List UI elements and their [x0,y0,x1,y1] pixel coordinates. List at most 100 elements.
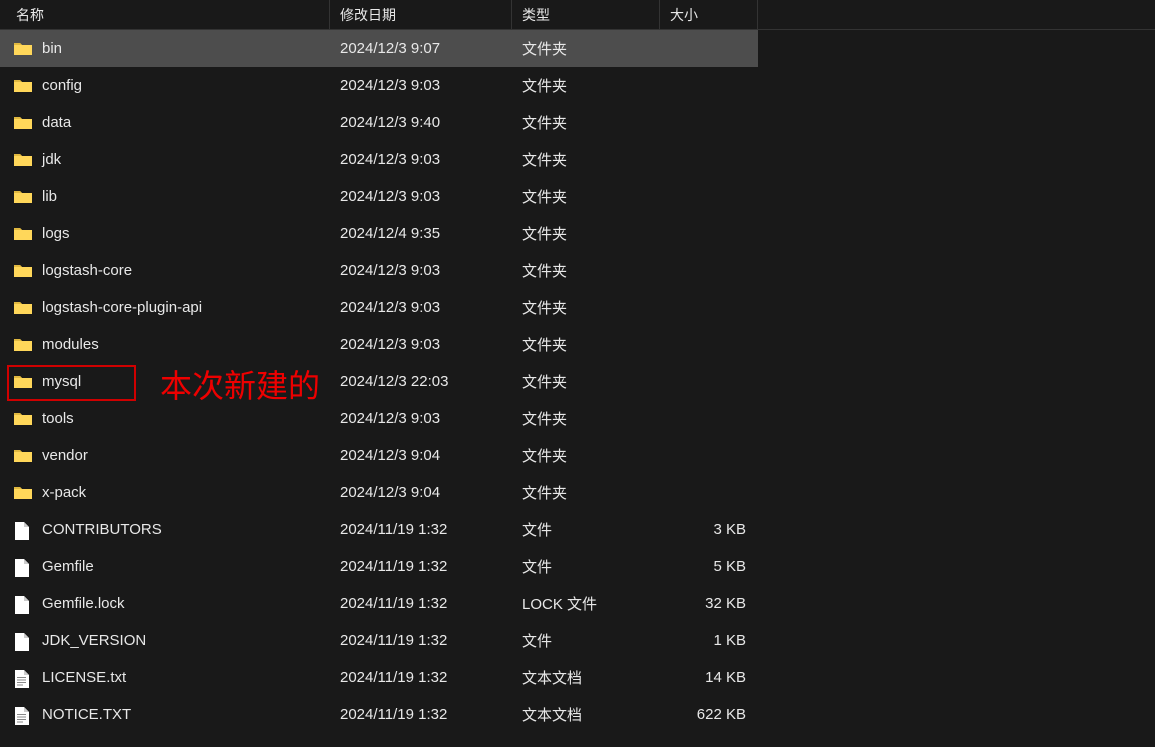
folder-icon [14,115,32,131]
file-type-cell: LOCK 文件 [512,585,660,622]
file-row[interactable]: x-pack 2024/12/3 9:04文件夹 [0,474,758,511]
file-date-cell: 2024/11/19 1:32 [330,585,512,622]
file-row[interactable]: NOTICE.TXT2024/11/19 1:32文本文档622 KB [0,696,758,733]
file-type-cell: 文件 [512,511,660,548]
file-row[interactable]: CONTRIBUTORS2024/11/19 1:32文件3 KB [0,511,758,548]
file-date-cell: 2024/12/3 9:03 [330,252,512,289]
column-header-size[interactable]: 大小 [660,0,758,29]
column-header-date[interactable]: 修改日期 [330,0,512,29]
folder-icon [14,226,32,242]
file-name-cell: data [0,104,330,141]
file-icon [14,633,32,649]
folder-icon [14,189,32,205]
file-icon [14,522,32,538]
file-type-cell: 文件夹 [512,437,660,474]
folder-icon [14,263,32,279]
file-name-cell: config [0,67,330,104]
file-date-cell: 2024/12/3 9:03 [330,326,512,363]
file-name-label: x-pack [42,484,86,501]
file-row[interactable]: Gemfile.lock2024/11/19 1:32LOCK 文件32 KB [0,585,758,622]
file-name-cell: lib [0,178,330,215]
column-header-name[interactable]: 名称 [0,0,330,29]
file-size-cell: 14 KB [660,659,758,696]
file-name-label: tools [42,410,74,427]
file-size-cell [660,474,758,511]
file-row[interactable]: LICENSE.txt 2024/11/19 1:32文本文档14 KB [0,659,758,696]
file-size-cell: 1 KB [660,622,758,659]
file-date-cell: 2024/12/3 9:40 [330,104,512,141]
file-name-label: vendor [42,447,88,464]
file-name-cell: logs [0,215,330,252]
file-type-cell: 文件夹 [512,30,660,67]
folder-icon [14,411,32,427]
file-type-cell: 文件夹 [512,67,660,104]
file-size-cell [660,67,758,104]
file-row[interactable]: logstash-core-plugin-api2024/12/3 9:03文件… [0,289,758,326]
folder-icon [14,41,32,57]
file-size-cell [660,437,758,474]
file-row[interactable]: tools 2024/12/3 9:03文件夹 [0,400,758,437]
folder-icon [14,337,32,353]
file-date-cell: 2024/11/19 1:32 [330,511,512,548]
file-size-cell: 32 KB [660,585,758,622]
file-row[interactable]: bin2024/12/3 9:07文件夹 [0,30,758,67]
file-row[interactable]: jdk2024/12/3 9:03文件夹 [0,141,758,178]
file-list: bin2024/12/3 9:07文件夹config2024/12/3 9:03… [0,30,758,733]
file-name-cell: x-pack [0,474,330,511]
file-row[interactable]: logstash-core2024/12/3 9:03文件夹 [0,252,758,289]
file-type-cell: 文件夹 [512,141,660,178]
file-name-label: data [42,114,71,131]
file-row[interactable]: modules2024/12/3 9:03文件夹 [0,326,758,363]
file-row[interactable]: data 2024/12/3 9:40文件夹 [0,104,758,141]
file-row[interactable]: Gemfile2024/11/19 1:32文件5 KB [0,548,758,585]
file-size-cell [660,400,758,437]
file-type-cell: 文件夹 [512,363,660,400]
file-name-cell: JDK_VERSION [0,622,330,659]
file-type-cell: 文件夹 [512,104,660,141]
file-icon [14,559,32,575]
file-size-cell: 3 KB [660,511,758,548]
file-name-label: LICENSE.txt [42,669,126,686]
file-name-label: NOTICE.TXT [42,706,131,723]
file-name-cell: LICENSE.txt [0,659,330,696]
file-type-cell: 文件夹 [512,215,660,252]
column-header-type[interactable]: 类型 [512,0,660,29]
file-icon [14,596,32,612]
file-type-cell: 文件 [512,622,660,659]
file-size-cell: 622 KB [660,696,758,733]
file-type-cell: 文件 [512,548,660,585]
file-date-cell: 2024/11/19 1:32 [330,659,512,696]
file-date-cell: 2024/11/19 1:32 [330,622,512,659]
file-name-cell: Gemfile.lock [0,585,330,622]
file-name-cell: mysql [0,363,330,400]
file-name-cell: logstash-core [0,252,330,289]
file-size-cell: 5 KB [660,548,758,585]
folder-icon [14,374,32,390]
file-size-cell [660,252,758,289]
file-row[interactable]: lib2024/12/3 9:03文件夹 [0,178,758,215]
file-row[interactable]: mysql2024/12/3 22:03文件夹 [0,363,758,400]
file-size-cell [660,178,758,215]
file-type-cell: 文件夹 [512,400,660,437]
file-name-cell: Gemfile [0,548,330,585]
file-type-cell: 文件夹 [512,326,660,363]
file-date-cell: 2024/12/3 9:04 [330,437,512,474]
file-date-cell: 2024/12/3 9:03 [330,400,512,437]
file-name-cell: CONTRIBUTORS [0,511,330,548]
file-name-label: bin [42,40,62,57]
file-name-cell: tools [0,400,330,437]
column-header-row: 名称 修改日期 类型 大小 [0,0,1155,30]
file-date-cell: 2024/12/3 9:04 [330,474,512,511]
file-type-cell: 文件夹 [512,289,660,326]
file-type-cell: 文本文档 [512,659,660,696]
file-date-cell: 2024/12/3 22:03 [330,363,512,400]
text-file-icon [14,707,32,723]
folder-icon [14,485,32,501]
folder-icon [14,300,32,316]
file-row[interactable]: JDK_VERSION2024/11/19 1:32文件1 KB [0,622,758,659]
file-row[interactable]: vendor 2024/12/3 9:04文件夹 [0,437,758,474]
file-row[interactable]: config2024/12/3 9:03文件夹 [0,67,758,104]
file-type-cell: 文件夹 [512,474,660,511]
file-date-cell: 2024/12/3 9:03 [330,67,512,104]
file-row[interactable]: logs2024/12/4 9:35文件夹 [0,215,758,252]
